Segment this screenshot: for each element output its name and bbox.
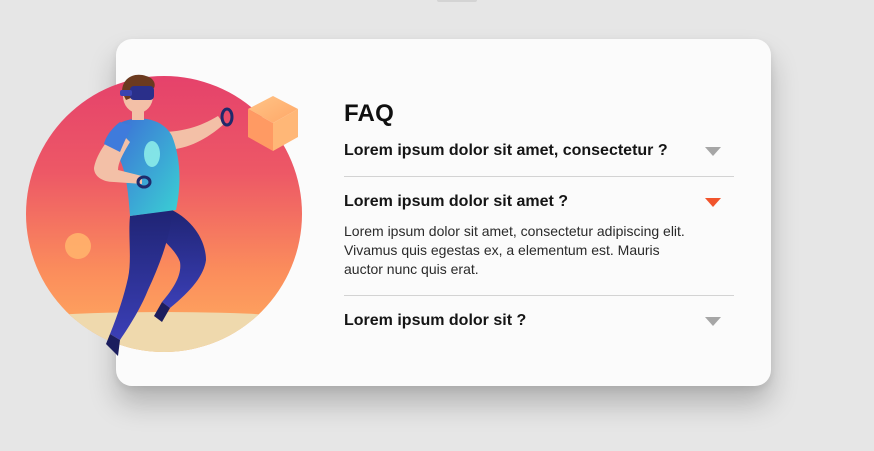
faq-question-toggle[interactable]: Lorem ipsum dolor sit amet, consectetur … bbox=[344, 131, 734, 171]
vr-person-illustration bbox=[26, 74, 302, 356]
faq-item: Lorem ipsum dolor sit amet, consectetur … bbox=[344, 131, 734, 177]
floating-orb bbox=[65, 233, 91, 259]
top-edge-mark bbox=[437, 0, 477, 2]
faq-answer-text: Lorem ipsum dolor sit amet, consectetur … bbox=[344, 223, 685, 277]
chevron-down-icon[interactable] bbox=[705, 146, 721, 156]
faq-title: FAQ bbox=[344, 100, 394, 127]
faq-question-toggle[interactable]: Lorem ipsum dolor sit amet ? bbox=[344, 182, 734, 222]
faq-question-text: Lorem ipsum dolor sit ? bbox=[344, 312, 527, 329]
chevron-down-icon[interactable] bbox=[705, 197, 721, 207]
faq-question-text: Lorem ipsum dolor sit amet ? bbox=[344, 193, 569, 210]
faq-item: Lorem ipsum dolor sit ? bbox=[344, 300, 734, 342]
chevron-down-icon[interactable] bbox=[705, 316, 721, 326]
faq-section: FAQ Lorem ipsum dolor sit amet, consecte… bbox=[344, 97, 734, 342]
faq-question-text: Lorem ipsum dolor sit amet, consectetur … bbox=[344, 142, 668, 159]
faq-question-toggle[interactable]: Lorem ipsum dolor sit ? bbox=[344, 300, 734, 342]
faq-item: Lorem ipsum dolor sit amet ? Lorem ipsum… bbox=[344, 182, 734, 296]
